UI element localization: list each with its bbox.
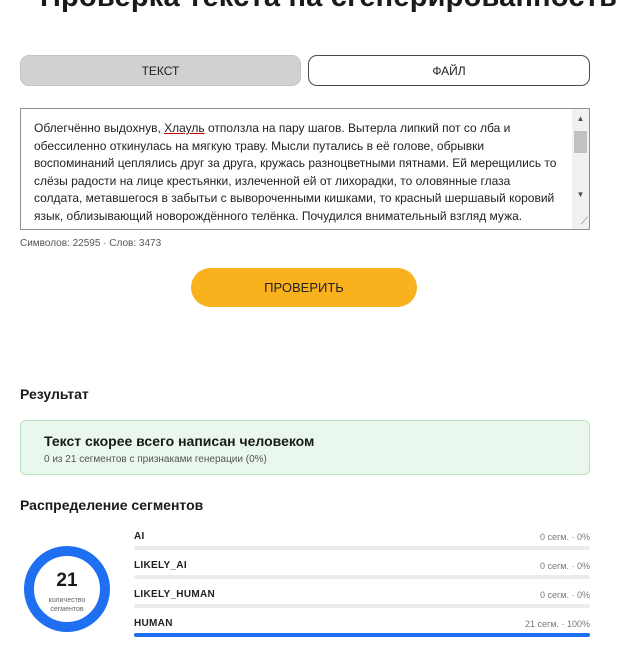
- text-part-2: отползла на пару шагов. Вытерла липкий п…: [34, 121, 557, 229]
- result-title: Текст скорее всего написан человеком: [44, 433, 315, 449]
- dist-row-likely-ai: LIKELY_AI 0 сегм. · 0%: [134, 560, 590, 579]
- dist-track: [134, 575, 590, 579]
- result-heading: Результат: [20, 386, 89, 402]
- segments-total-caption: количество сегментов: [48, 597, 86, 613]
- page-title: Проверка текста на сгенерированность: [40, 0, 617, 14]
- tab-file-label: ФАЙЛ: [432, 63, 466, 78]
- dist-label: LIKELY_HUMAN: [134, 589, 216, 600]
- dist-value: 21 сегм. · 100%: [524, 619, 590, 629]
- dist-label: LIKELY_AI: [134, 560, 187, 571]
- scroll-up-arrow-icon[interactable]: ▲: [572, 111, 589, 126]
- result-subtitle: 0 из 21 сегментов с признаками генерации…: [44, 454, 267, 465]
- vertical-scrollbar[interactable]: ▲ ▼: [572, 109, 589, 229]
- result-card: Текст скорее всего написан человеком 0 и…: [20, 420, 590, 475]
- scroll-down-arrow-icon[interactable]: ▼: [572, 187, 589, 202]
- dist-track: [134, 633, 590, 637]
- dist-row-ai: AI 0 сегм. · 0%: [134, 531, 590, 550]
- dist-track: [134, 604, 590, 608]
- dist-value: 0 сегм. · 0%: [540, 590, 590, 600]
- check-button-label: ПРОВЕРИТЬ: [264, 280, 344, 295]
- dist-track: [134, 546, 590, 550]
- dist-row-human: HUMAN 21 сегм. · 100%: [134, 618, 590, 637]
- text-part-1: Облегчённо выдохнув,: [34, 121, 165, 135]
- text-input-content[interactable]: Облегчённо выдохнув, Хлауль отползла на …: [34, 120, 559, 229]
- segments-total: 21: [56, 570, 78, 591]
- scrollbar-thumb[interactable]: [574, 131, 587, 153]
- distribution-heading: Распределение сегментов: [20, 497, 204, 513]
- resize-grip-icon[interactable]: ⟋: [576, 216, 588, 228]
- tab-text-label: ТЕКСТ: [141, 63, 180, 78]
- dist-row-likely-human: LIKELY_HUMAN 0 сегм. · 0%: [134, 589, 590, 608]
- segments-donut: 21 количество сегментов: [24, 546, 110, 632]
- dist-value: 0 сегм. · 0%: [540, 532, 590, 542]
- dist-label: HUMAN: [134, 618, 173, 629]
- misspelled-word: Хлауль: [164, 121, 205, 135]
- tab-file[interactable]: ФАЙЛ: [308, 55, 590, 86]
- check-button[interactable]: ПРОВЕРИТЬ: [191, 268, 417, 307]
- tab-text[interactable]: ТЕКСТ: [20, 55, 301, 86]
- dist-label: AI: [134, 531, 145, 542]
- dist-fill: [134, 633, 590, 637]
- char-word-count: Символов: 22595 · Слов: 3473: [20, 238, 162, 249]
- text-input-area[interactable]: Облегчённо выдохнув, Хлауль отползла на …: [20, 108, 590, 230]
- dist-value: 0 сегм. · 0%: [540, 561, 590, 571]
